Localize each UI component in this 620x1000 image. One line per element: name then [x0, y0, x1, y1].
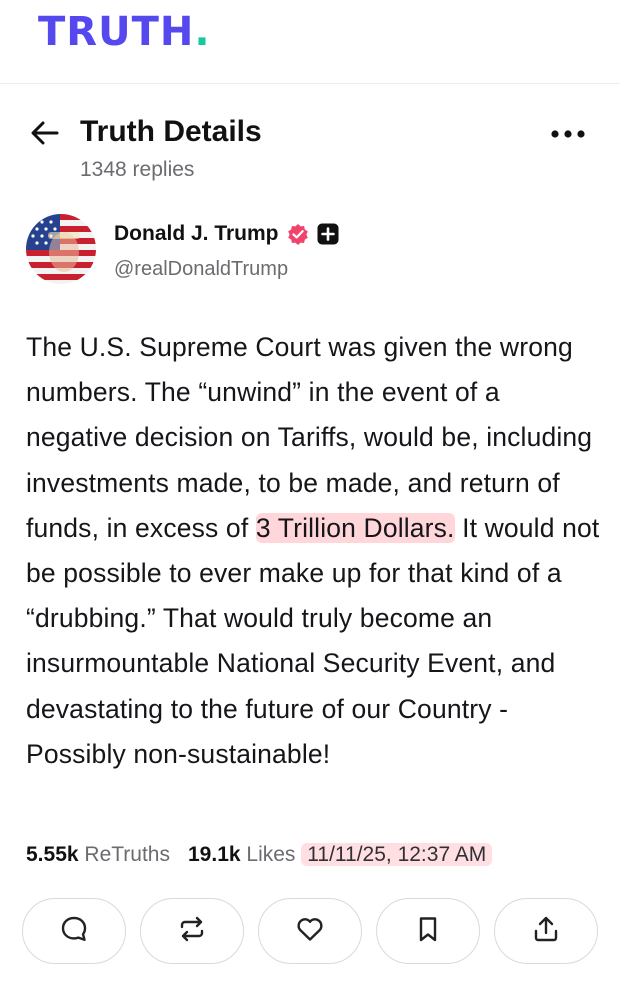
retruths-label[interactable]: ReTruths [84, 843, 170, 866]
page-header: Truth Details 1348 replies [28, 112, 592, 192]
retruths-count[interactable]: 5.55k [26, 843, 79, 866]
more-horizontal-icon[interactable] [548, 120, 588, 148]
likes-count[interactable]: 19.1k [188, 843, 241, 866]
bookmark-icon [413, 914, 443, 949]
post-stats: 5.55k ReTruths 19.1k Likes 11/11/25, 12:3… [26, 838, 606, 872]
author-name: Donald J. Trump [114, 222, 279, 245]
plus-badge-icon [317, 223, 339, 245]
author-handle[interactable]: @realDonaldTrump [114, 256, 288, 282]
post-text-before: The U.S. Supreme Court was given the wro… [26, 332, 593, 543]
post-text-after: It would not be possible to ever make up… [26, 512, 600, 769]
avatar[interactable] [26, 214, 96, 284]
reply-icon [59, 914, 89, 949]
author-name-row[interactable]: Donald J. Trump [114, 220, 339, 248]
highlighted-amount: 3 Trillion Dollars. [255, 512, 455, 543]
verified-badge-icon [287, 223, 309, 245]
logo-dot: . [194, 9, 211, 55]
page-title: Truth Details [80, 115, 262, 148]
post-author: Donald J. Trump @realDonaldTrump [26, 214, 596, 286]
logo-text: TRUTH [38, 9, 195, 55]
reply-button[interactable] [22, 898, 126, 964]
share-icon [531, 914, 561, 949]
arrow-left-icon[interactable] [28, 116, 62, 150]
share-button[interactable] [494, 898, 598, 964]
like-button[interactable] [258, 898, 362, 964]
replies-count: 1348 replies [80, 158, 195, 181]
likes-label[interactable]: Likes [246, 843, 295, 866]
top-bar: TRUTH. [0, 0, 620, 84]
post-timestamp: 11/11/25, 12:37 AM [301, 843, 493, 866]
heart-icon [295, 914, 325, 949]
truth-logo[interactable]: TRUTH. [38, 8, 211, 56]
retruth-icon [177, 914, 207, 949]
post-body: The U.S. Supreme Court was given the wro… [26, 325, 601, 777]
retruth-button[interactable] [140, 898, 244, 964]
bookmark-button[interactable] [376, 898, 480, 964]
post-actions [22, 898, 600, 966]
